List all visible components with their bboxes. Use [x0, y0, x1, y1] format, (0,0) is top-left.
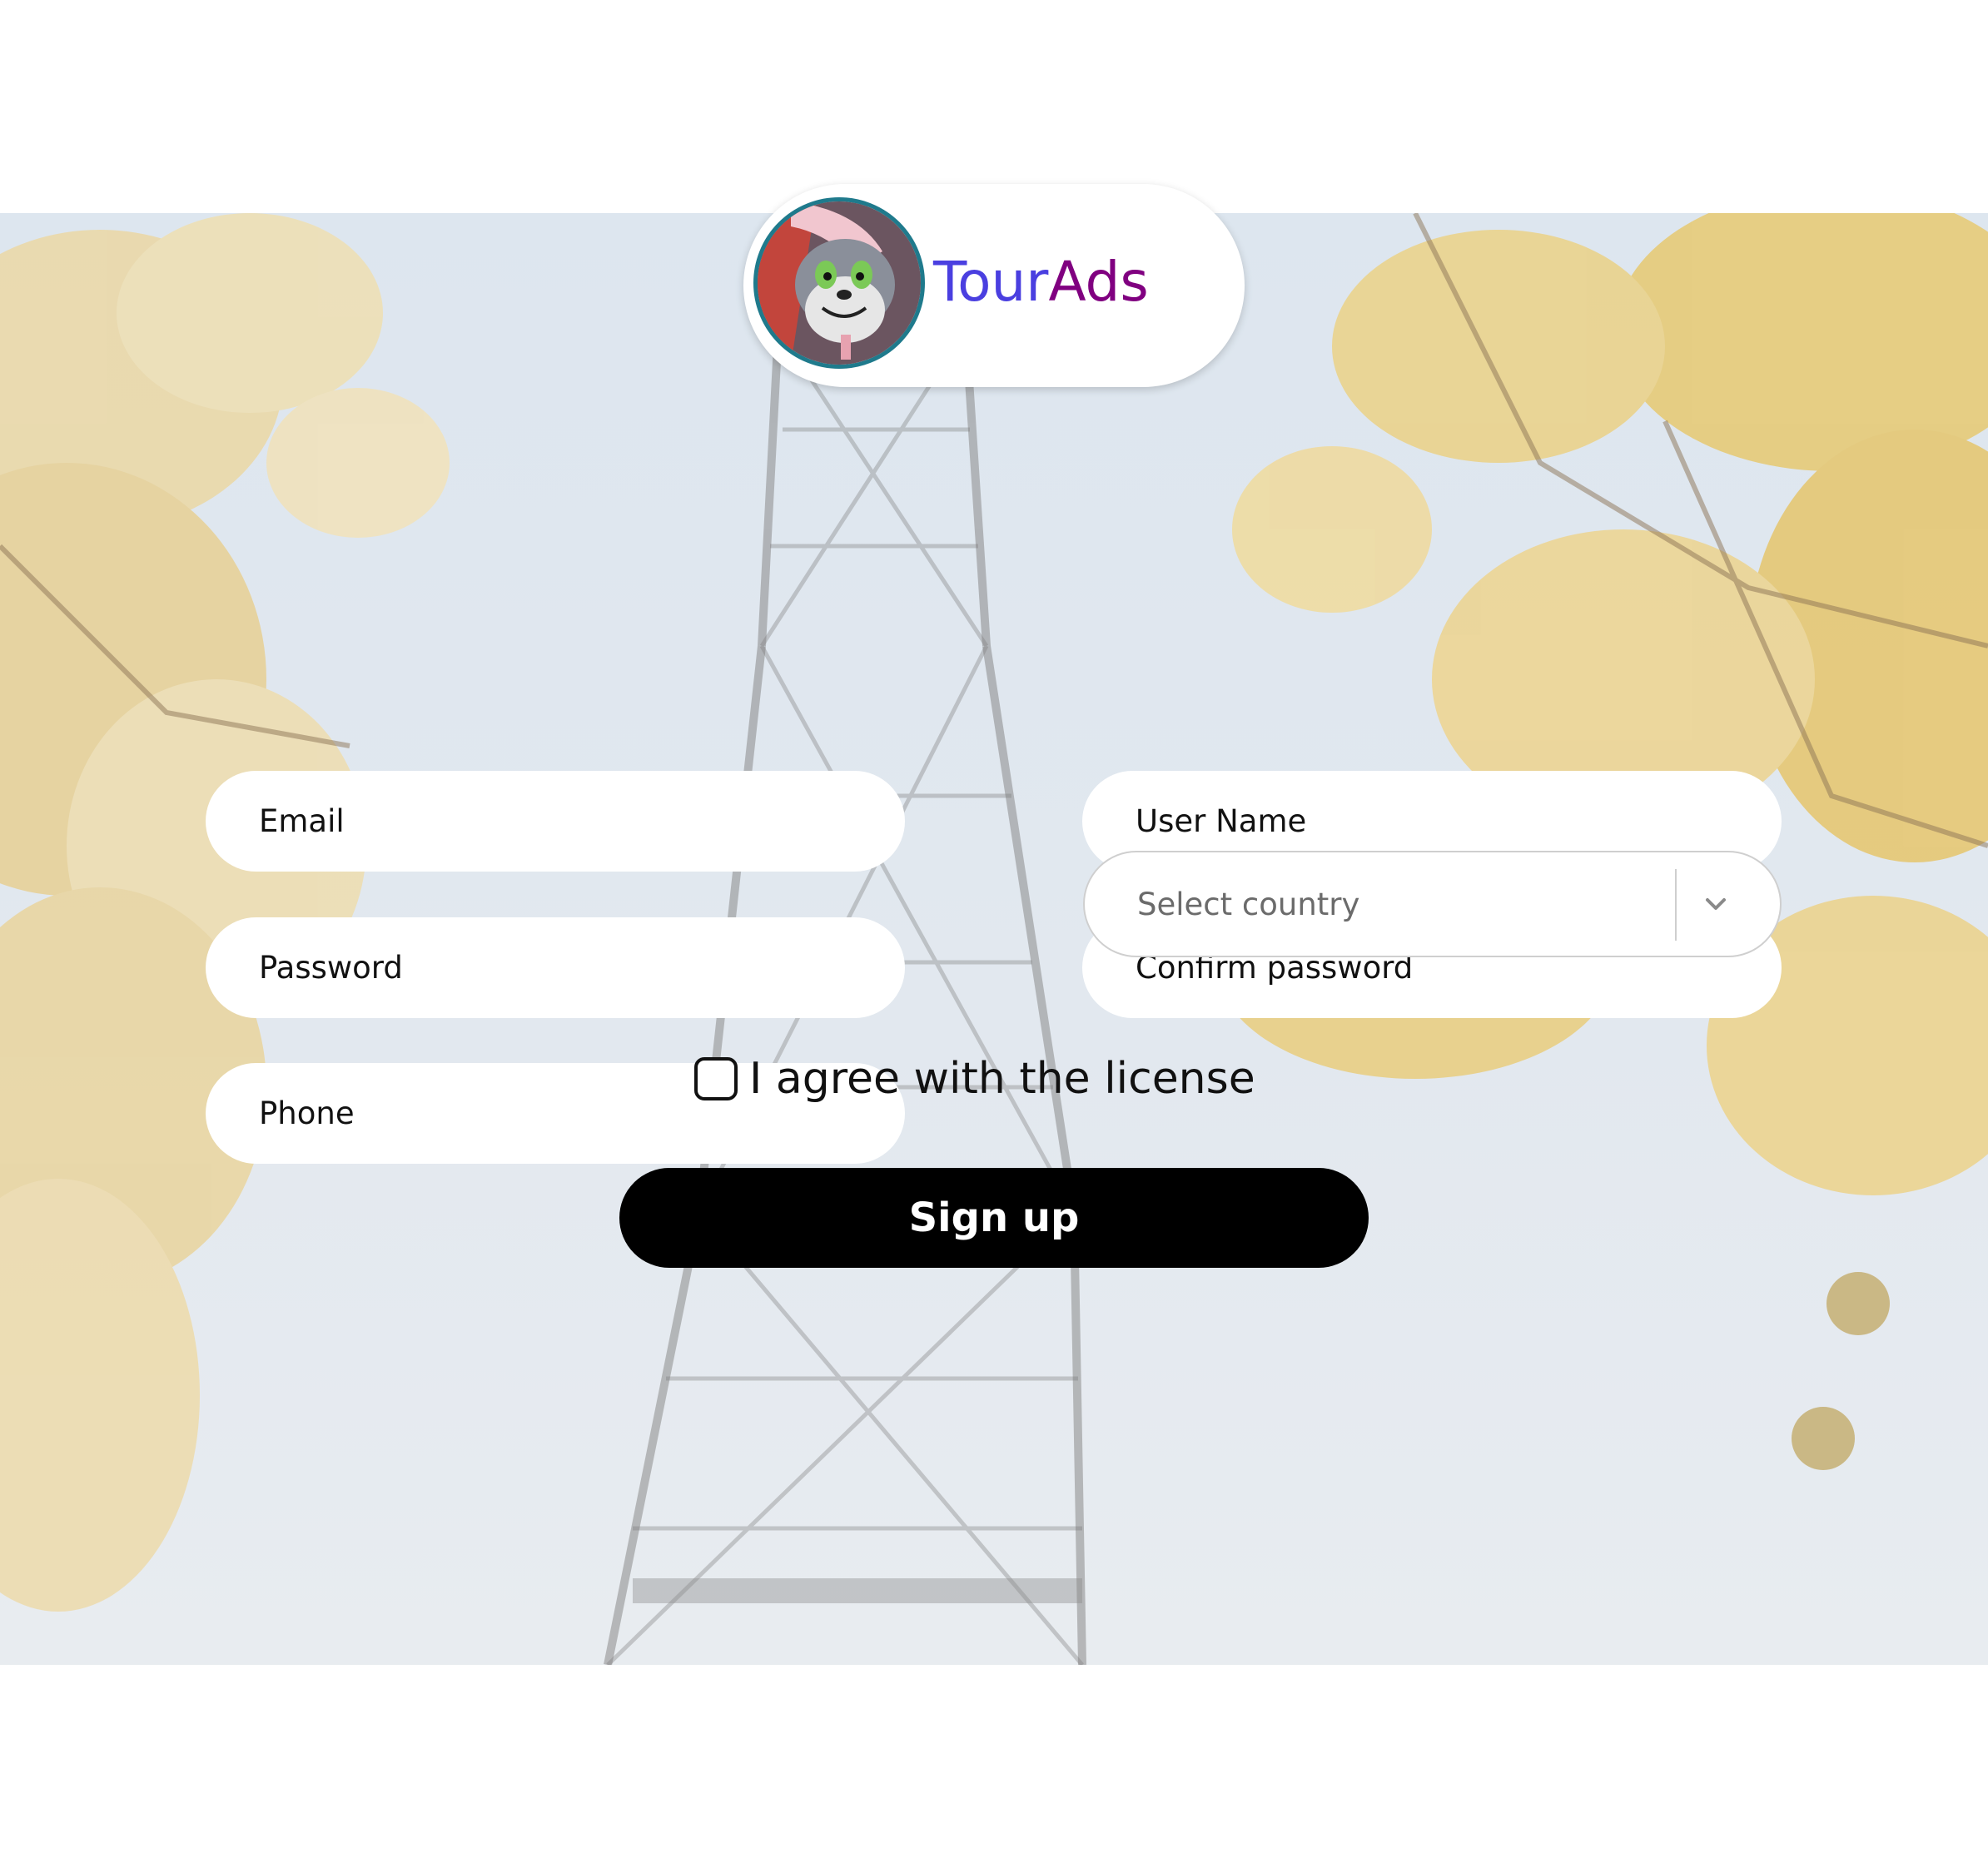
email-placeholder: Email — [259, 803, 345, 839]
signup-button[interactable]: Sign up — [619, 1168, 1369, 1268]
signup-button-label: Sign up — [908, 1195, 1080, 1241]
password-field[interactable]: Password — [206, 917, 905, 1018]
brand-name-part1: Tour — [933, 250, 1049, 314]
license-checkbox[interactable] — [694, 1057, 738, 1100]
brand-name-part2: Ads — [1048, 250, 1149, 314]
username-placeholder: User Name — [1136, 803, 1307, 839]
select-divider — [1675, 869, 1677, 941]
brand-name: TourAds — [933, 241, 1149, 324]
password-placeholder: Password — [259, 950, 403, 986]
brand-logo-pill[interactable]: TourAds — [743, 184, 1245, 387]
chevron-down-icon[interactable] — [1696, 884, 1736, 924]
cartoon-cat-avatar-icon — [753, 197, 925, 369]
country-select[interactable]: Select country — [1083, 851, 1782, 957]
license-agreement: I agree with the license — [694, 1046, 1255, 1112]
license-label: I agree with the license — [749, 1054, 1255, 1104]
email-field[interactable]: Email — [206, 771, 905, 872]
country-select-placeholder: Select country — [1137, 886, 1360, 922]
phone-placeholder: Phone — [259, 1095, 355, 1131]
